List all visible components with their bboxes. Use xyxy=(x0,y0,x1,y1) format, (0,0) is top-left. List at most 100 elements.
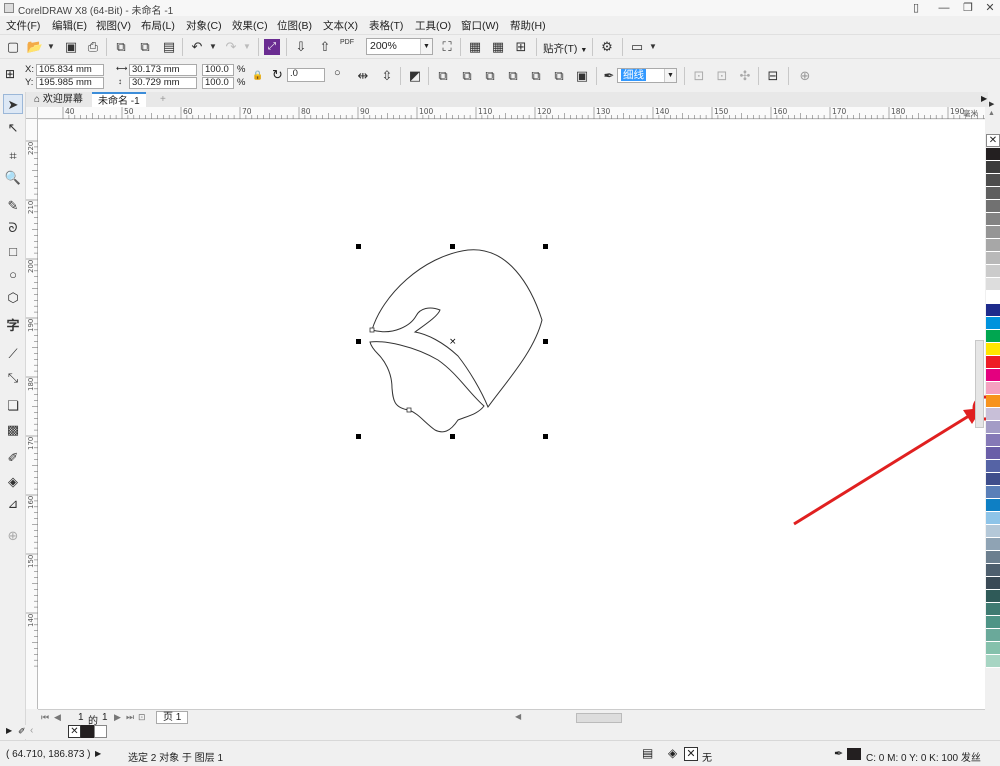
page-tab[interactable]: 页 1 xyxy=(156,711,189,724)
color-swatch[interactable] xyxy=(986,551,1000,564)
create-boundary-icon[interactable]: ▣ xyxy=(573,67,591,85)
shape-tool-icon[interactable]: ↖ xyxy=(3,118,23,138)
menu-effects[interactable]: 效果(C) xyxy=(232,18,268,33)
prev-page-icon[interactable]: ◀ xyxy=(54,712,61,723)
chevron-down-icon[interactable]: ▼ xyxy=(420,39,432,54)
selection-handle-ml[interactable] xyxy=(356,339,361,344)
add-icon[interactable]: ⊕ xyxy=(796,67,814,85)
doc-palette-flyout-icon[interactable]: ▶ xyxy=(6,726,12,735)
scale-x-field[interactable]: 100.0 xyxy=(202,64,234,76)
restore-button[interactable]: ❐ xyxy=(956,0,980,16)
group-icon[interactable]: ◩ xyxy=(406,67,424,85)
eyedropper-small-icon[interactable]: ✐ xyxy=(18,726,26,737)
color-swatch[interactable] xyxy=(986,421,1000,434)
selection-handle-mr[interactable] xyxy=(543,339,548,344)
export-icon[interactable]: ⇧ xyxy=(316,38,334,56)
interactive-fill-icon[interactable]: ◈ xyxy=(3,472,23,492)
align-distribute-icon[interactable]: ⊟ xyxy=(764,67,782,85)
polygon-tool-icon[interactable]: ⬡ xyxy=(3,288,23,308)
drop-shadow-icon[interactable]: ❏ xyxy=(3,396,23,416)
color-swatch[interactable] xyxy=(986,447,1000,460)
selection-handle-br[interactable] xyxy=(543,434,548,439)
freehand-tool-icon[interactable]: ✎ xyxy=(3,196,23,216)
undo-dropdown-icon[interactable]: ▼ xyxy=(204,38,222,56)
color-swatch[interactable] xyxy=(986,434,1000,447)
doc-black-swatch[interactable] xyxy=(81,725,94,738)
color-swatch[interactable] xyxy=(986,330,1000,343)
launcher-dropdown-icon[interactable]: ▼ xyxy=(644,38,662,56)
crop-tool-icon[interactable]: ⌗ xyxy=(3,146,23,166)
menu-window[interactable]: 窗口(W) xyxy=(461,18,499,33)
color-swatch[interactable] xyxy=(986,603,1000,616)
show-guidelines-icon[interactable]: ⊞ xyxy=(512,38,530,56)
color-swatch[interactable] xyxy=(986,616,1000,629)
color-swatch[interactable] xyxy=(986,356,1000,369)
palette-scrollbar[interactable] xyxy=(975,340,984,428)
fill-bucket-icon[interactable]: ◈ xyxy=(668,746,677,760)
search-content-icon[interactable]: ⤢ xyxy=(264,39,280,55)
color-swatch[interactable] xyxy=(986,499,1000,512)
object-origin-icon[interactable]: ⊞ xyxy=(5,67,19,81)
menu-bitmaps[interactable]: 位图(B) xyxy=(277,18,312,33)
full-screen-icon[interactable]: ⛶ xyxy=(438,38,456,56)
color-swatch[interactable] xyxy=(986,174,1000,187)
rectangle-tool-icon[interactable]: □ xyxy=(3,242,23,262)
lock-ratio-icon[interactable]: 🔒 xyxy=(252,70,263,81)
cut-icon[interactable]: ⧉ xyxy=(112,38,130,56)
eyedropper-icon[interactable]: ✐ xyxy=(3,448,23,468)
menu-view[interactable]: 视图(V) xyxy=(96,18,131,33)
first-page-icon[interactable]: ⏮ xyxy=(41,712,49,723)
menu-help[interactable]: 帮助(H) xyxy=(510,18,546,33)
scale-y-field[interactable]: 100.0 xyxy=(202,77,234,89)
menu-tools[interactable]: 工具(O) xyxy=(415,18,451,33)
outline-color-swatch[interactable] xyxy=(847,748,861,760)
next-page-icon[interactable]: ▶ xyxy=(114,712,121,723)
outline-pen-status-icon[interactable]: ✒ xyxy=(834,747,843,760)
user-icon[interactable]: ▯ xyxy=(904,0,928,16)
y-position-field[interactable]: 195.985 mm xyxy=(36,77,104,89)
menu-object[interactable]: 对象(C) xyxy=(186,18,222,33)
last-page-icon[interactable]: ⏭ xyxy=(126,712,134,723)
color-swatch[interactable] xyxy=(986,577,1000,590)
color-swatch[interactable] xyxy=(986,200,1000,213)
color-swatch[interactable] xyxy=(986,538,1000,551)
selection-handle-tl[interactable] xyxy=(356,244,361,249)
no-color-swatch[interactable]: ✕ xyxy=(986,134,1000,147)
sparkle-icon[interactable]: ✣ xyxy=(736,67,754,85)
redo-dropdown-icon[interactable]: ▼ xyxy=(238,38,256,56)
color-swatch[interactable] xyxy=(986,629,1000,642)
selection-handle-bl[interactable] xyxy=(356,434,361,439)
doc-white-swatch[interactable] xyxy=(94,725,107,738)
mirror-vertical-icon[interactable]: ⇳ xyxy=(378,67,396,85)
menu-text[interactable]: 文本(X) xyxy=(323,18,358,33)
color-swatch[interactable] xyxy=(986,278,1000,291)
intersect-icon[interactable]: ⧉ xyxy=(481,67,499,85)
face-shape-lower[interactable] xyxy=(369,341,485,433)
path-node[interactable] xyxy=(406,407,412,413)
minimize-button[interactable]: — xyxy=(932,0,956,16)
selection-handle-tr[interactable] xyxy=(543,244,548,249)
status-flyout-icon[interactable]: ▶ xyxy=(95,749,101,758)
selection-handle-bc[interactable] xyxy=(450,434,455,439)
smart-fill-icon[interactable]: ⊿ xyxy=(3,494,23,514)
add-page-icon[interactable]: ⊡ xyxy=(138,712,146,723)
tab-welcome[interactable]: ⌂ 欢迎屏幕 xyxy=(28,92,89,107)
snap-to-button[interactable]: 贴齐(T) ▼ xyxy=(543,41,587,56)
add-tool-icon[interactable]: ⊕ xyxy=(3,526,23,546)
color-swatch[interactable] xyxy=(986,226,1000,239)
import-icon[interactable]: ⇩ xyxy=(292,38,310,56)
doc-no-color-swatch[interactable]: ✕ xyxy=(68,725,81,738)
front-minus-back-icon[interactable]: ⧉ xyxy=(527,67,545,85)
print-icon[interactable]: ⎙ xyxy=(84,38,102,56)
close-button[interactable]: ✕ xyxy=(978,0,1000,16)
ellipse-tool-icon[interactable]: ○ xyxy=(3,265,23,285)
transparency-tool-icon[interactable]: ▩ xyxy=(3,420,23,440)
scroll-left-icon[interactable]: ◀ xyxy=(515,712,521,721)
color-swatch[interactable] xyxy=(986,369,1000,382)
tab-document[interactable]: 未命名 -1 xyxy=(92,92,146,107)
color-swatch[interactable] xyxy=(986,525,1000,538)
wrap-text-icon[interactable]: ⊡ xyxy=(690,67,708,85)
parallel-dimension-icon[interactable]: ⟋ xyxy=(3,344,23,364)
menu-edit[interactable]: 编辑(E) xyxy=(52,18,87,33)
menu-file[interactable]: 文件(F) xyxy=(6,18,40,33)
